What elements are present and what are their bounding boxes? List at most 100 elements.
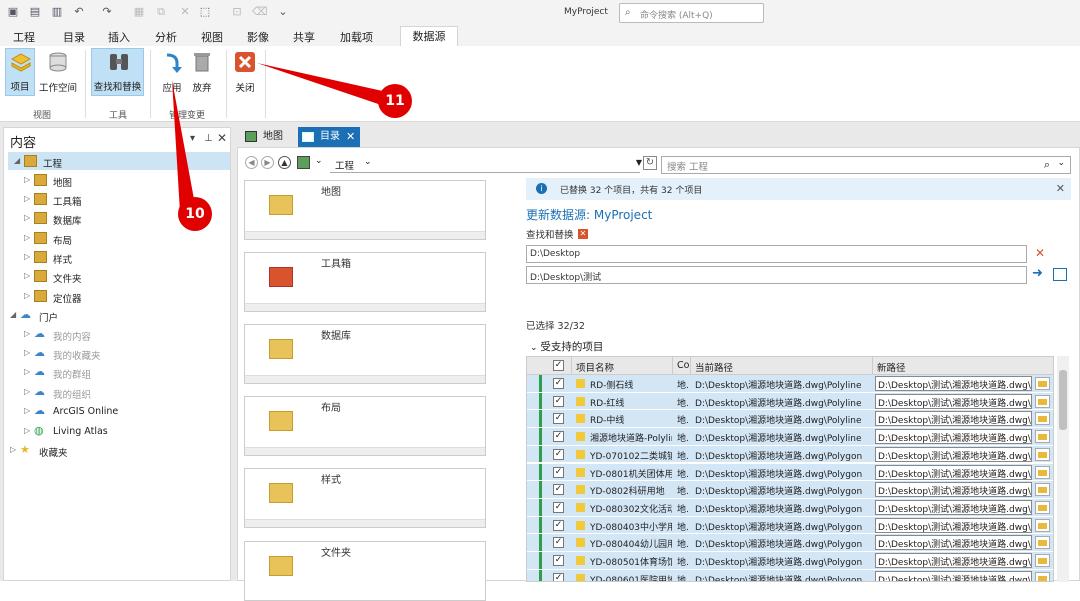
pane-menu-icon[interactable]: ▾	[190, 133, 195, 144]
table-row[interactable]: ✓ RD-侧石线 地. D:\Desktop\湘源地块道路.dwg\Polyline D…	[527, 375, 1053, 393]
grid-scrollbar[interactable]	[1057, 356, 1069, 582]
catalog-card-databases[interactable]: 数据库	[244, 324, 486, 384]
forward-icon[interactable]: ▶	[261, 156, 274, 169]
tab-map[interactable]: 地图	[241, 127, 287, 147]
browse-folder-button[interactable]	[1035, 394, 1050, 408]
menu-share[interactable]: 共享	[293, 29, 315, 45]
menu-catalog[interactable]: 目录	[63, 29, 85, 45]
row-checkbox[interactable]: ✓	[553, 395, 564, 407]
row-checkbox[interactable]: ✓	[553, 519, 564, 531]
browse-folder-button[interactable]	[1035, 536, 1050, 550]
table-row[interactable]: ✓ 湘源地块道路-Polylin 地. D:\Desktop\湘源地块道路.dwg\P…	[527, 428, 1053, 446]
find-replace-remove-icon[interactable]: ✕	[578, 229, 588, 239]
new-path-input[interactable]: D:\Desktop\测试\湘源地块道路.dwg\Po	[875, 499, 1032, 515]
row-checkbox[interactable]: ✓	[553, 484, 564, 496]
refresh-icon[interactable]: ↻	[643, 156, 657, 170]
row-checkbox[interactable]: ✓	[553, 501, 564, 513]
catalog-card-styles[interactable]: 样式	[244, 468, 486, 528]
back-icon[interactable]: ◀	[245, 156, 258, 169]
clear-find-icon[interactable]: ✕	[1035, 246, 1045, 260]
table-row[interactable]: ✓ RD-中线 地. D:\Desktop\湘源地块道路.dwg\Polyline D:…	[527, 410, 1053, 429]
browse-folder-button[interactable]	[1035, 554, 1050, 567]
header-co[interactable]: Co	[673, 357, 691, 375]
undo-icon[interactable]: ↶	[72, 5, 86, 19]
menu-view[interactable]: 视图	[201, 29, 223, 45]
row-checkbox[interactable]: ✓	[553, 537, 564, 549]
menu-imagery[interactable]: 影像	[247, 29, 269, 45]
info-close-icon[interactable]: ✕	[1056, 182, 1065, 195]
row-checkbox[interactable]: ✓	[553, 378, 564, 389]
replace-all-icon[interactable]	[1053, 268, 1067, 281]
row-checkbox[interactable]: ✓	[553, 448, 564, 460]
table-row[interactable]: ✓ YD-070102二类城镇 地. D:\Desktop\湘源地块道路.dwg\Po…	[527, 445, 1053, 464]
chevron-down-icon[interactable]: ⌄	[530, 343, 540, 353]
location-box[interactable]: 工程 ⌄ ▼	[330, 155, 642, 173]
row-checkbox[interactable]: ✓	[553, 413, 564, 425]
new-path-input[interactable]: D:\Desktop\测试\湘源地块道路.dwg\Po	[875, 376, 1032, 391]
discard-button[interactable]: 放弃	[188, 48, 216, 96]
new-path-input[interactable]: D:\Desktop\测试\湘源地块道路.dwg\Po	[875, 446, 1032, 462]
workspace-button[interactable]: 工作空间	[37, 48, 79, 96]
catalog-card-folders[interactable]: 文件夹	[244, 541, 486, 601]
collapse-icon[interactable]: ◢	[14, 156, 20, 165]
table-row[interactable]: ✓ YD-0801机关团体用 地. D:\Desktop\湘源地块道路.dwg\Pol…	[527, 463, 1053, 482]
menu-project[interactable]: 工程	[13, 29, 35, 45]
pane-close-icon[interactable]: ✕	[217, 131, 227, 145]
apply-button[interactable]: 应用	[158, 48, 186, 96]
table-row[interactable]: ✓ YD-080601医院用地 地. D:\Desktop\湘源地块道路.dwg\Po…	[527, 569, 1053, 581]
header-current-path[interactable]: 当前路径	[691, 357, 873, 375]
save-icon[interactable]: ▥	[50, 5, 64, 19]
catalog-search-input[interactable]: 搜索 工程 ⌕ ⌄	[661, 156, 1071, 174]
replace-input[interactable]: D:\Desktop\测试	[526, 266, 1027, 284]
table-row[interactable]: ✓ YD-080302文化活动 地. D:\Desktop\湘源地块道路.dwg\Po…	[527, 498, 1053, 517]
row-checkbox[interactable]: ✓	[553, 466, 564, 478]
new-path-input[interactable]: D:\Desktop\测试\湘源地块道路.dwg\Po	[875, 393, 1032, 409]
tree-item-project[interactable]	[8, 152, 230, 170]
tab-data-source[interactable]: 数据源	[400, 26, 458, 46]
find-input[interactable]: D:\Desktop	[526, 245, 1027, 263]
browse-folder-button[interactable]	[1035, 571, 1050, 581]
scroll-thumb[interactable]	[1059, 370, 1067, 430]
browse-folder-button[interactable]	[1035, 430, 1050, 444]
location-dropdown-icon[interactable]: ⌄	[315, 156, 323, 166]
search-options-icon[interactable]: ⌄	[1057, 158, 1065, 168]
up-icon[interactable]: ▲	[278, 156, 291, 169]
browse-folder-button[interactable]	[1035, 447, 1050, 461]
new-path-input[interactable]: D:\Desktop\测试\湘源地块道路.dwg\Po	[875, 553, 1032, 568]
browse-folder-button[interactable]	[1035, 412, 1050, 426]
table-row[interactable]: ✓ YD-080501体育场馆 地. D:\Desktop\湘源地块道路.dwg\Po…	[527, 552, 1053, 570]
command-search-input[interactable]: ⌕ 命令搜索 (Alt+Q)	[619, 3, 764, 23]
project-button[interactable]: 项目	[5, 48, 35, 96]
select-icon[interactable]: ⬚	[198, 5, 212, 19]
tab-close-icon[interactable]: ✕	[346, 127, 355, 146]
menu-analysis[interactable]: 分析	[155, 29, 177, 45]
location-chevron-icon[interactable]: ⌄	[364, 157, 372, 167]
menu-insert[interactable]: 插入	[108, 29, 130, 45]
new-path-input[interactable]: D:\Desktop\测试\湘源地块道路.dwg\Po	[875, 517, 1032, 533]
new-path-input[interactable]: D:\Desktop\测试\湘源地块道路.dwg\Po	[875, 411, 1032, 427]
catalog-card-layouts[interactable]: 布局	[244, 396, 486, 456]
browse-folder-button[interactable]	[1035, 465, 1050, 479]
open-icon[interactable]: ▤	[28, 5, 42, 19]
history-dropdown-icon[interactable]: ▼	[636, 158, 642, 167]
search-icon[interactable]: ⌕	[1044, 158, 1050, 172]
browse-folder-button[interactable]	[1035, 377, 1050, 390]
table-row[interactable]: ✓ YD-080403中小学用 地. D:\Desktop\湘源地块道路.dwg\Po…	[527, 516, 1053, 535]
customize-icon[interactable]: ⌄	[276, 5, 290, 19]
table-row[interactable]: ✓ YD-0802科研用地 地. D:\Desktop\湘源地块道路.dwg\Poly…	[527, 481, 1053, 499]
header-new-path[interactable]: 新路径	[873, 357, 1053, 375]
catalog-card-toolboxes[interactable]: 工具箱	[244, 252, 486, 312]
menu-addins[interactable]: 加载项	[340, 29, 373, 45]
new-path-input[interactable]: D:\Desktop\测试\湘源地块道路.dwg\Po	[875, 429, 1032, 445]
browse-folder-button[interactable]	[1035, 483, 1050, 497]
pin-icon[interactable]: ⊥	[204, 133, 213, 144]
new-path-input[interactable]: D:\Desktop\测试\湘源地块道路.dwg\Po	[875, 535, 1032, 551]
table-row[interactable]: ✓ RD-红线 地. D:\Desktop\湘源地块道路.dwg\Polyline D:…	[527, 392, 1053, 411]
catalog-card-maps[interactable]: 地图	[244, 180, 486, 240]
new-path-input[interactable]: D:\Desktop\测试\湘源地块道路.dwg\Po	[875, 464, 1032, 480]
supported-items-header[interactable]: ⌄ 受支持的项目	[530, 339, 603, 354]
close-button[interactable]: 关闭	[231, 48, 259, 96]
new-path-input[interactable]: D:\Desktop\测试\湘源地块道路.dwg\Po	[875, 482, 1032, 498]
table-row[interactable]: ✓ YD-080404幼儿园用 地. D:\Desktop\湘源地块道路.dwg\Po…	[527, 534, 1053, 552]
tab-catalog[interactable]: 目录 ✕	[298, 127, 360, 147]
